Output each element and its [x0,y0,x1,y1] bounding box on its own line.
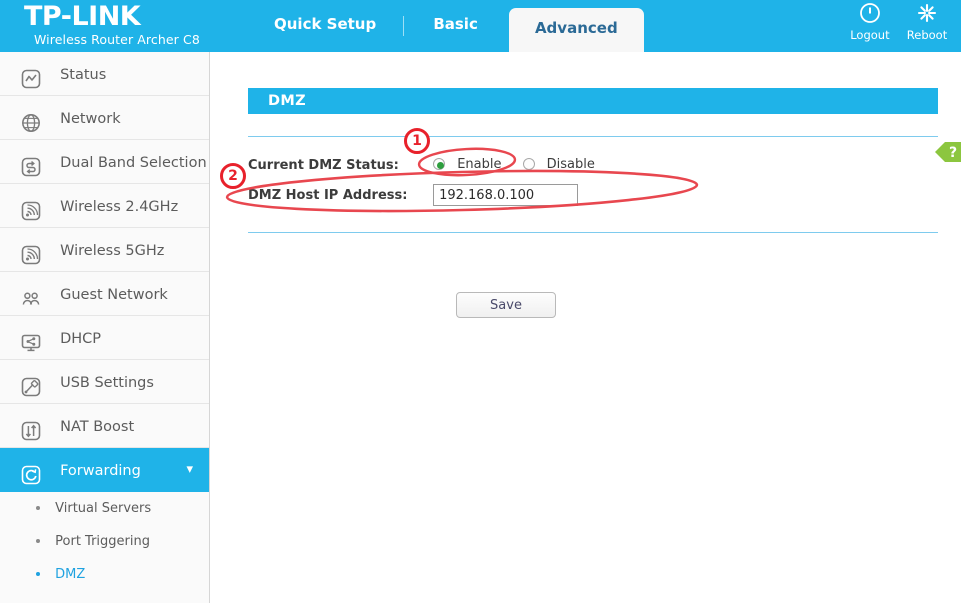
sidebar-item-forwarding[interactable]: Forwarding ▾ [0,448,209,492]
dmz-status-row: Current DMZ Status: Enable Disable [248,154,611,176]
dmz-host-ip-row: DMZ Host IP Address: [248,184,578,206]
sidebar-item-dual-band-selection[interactable]: Dual Band Selection [0,140,209,184]
dmz-host-ip-label: DMZ Host IP Address: [248,185,428,207]
svg-text:?: ? [949,145,957,161]
enable-radio-label: Enable [457,154,501,176]
sidebar-item-dhcp[interactable]: DHCP [0,316,209,360]
sidebar-subitem-virtual-servers[interactable]: Virtual Servers [0,492,209,525]
reboot-button[interactable]: Reboot [901,2,953,42]
dual-band-arrows-icon [20,151,46,173]
sidebar: Status Network [0,52,210,603]
dmz-status-label: Current DMZ Status: [248,155,428,177]
dmz-host-ip-input[interactable] [433,184,578,206]
router-admin-page: TP-LINK Wireless Router Archer C8 Quick … [0,0,961,603]
disable-radio[interactable] [523,158,535,170]
sidebar-item-label: Network [60,97,121,141]
header-actions: Logout [844,2,953,42]
divider-top [248,136,938,137]
reboot-label: Reboot [901,28,953,42]
sidebar-item-label: Status [60,53,106,97]
up-down-arrows-icon [20,415,46,437]
tab-advanced[interactable]: Advanced [509,8,644,52]
sidebar-item-label: USB Settings [60,361,154,405]
sidebar-item-label: DHCP [60,317,101,361]
page-header: TP-LINK Wireless Router Archer C8 Quick … [0,0,961,52]
sidebar-item-network[interactable]: Network [0,96,209,140]
tab-basic[interactable]: Basic [407,0,504,52]
monitor-share-icon [20,327,46,349]
sidebar-subitem-label: Port Triggering [55,534,150,549]
sidebar-item-label: NAT Boost [60,405,134,449]
globe-icon [20,107,46,129]
page-title: DMZ [248,88,938,114]
sidebar-subitem-dmz[interactable]: DMZ [0,558,209,591]
bullet-icon [36,572,40,576]
sidebar-item-label: Forwarding [60,449,141,493]
sidebar-subitem-label: Virtual Servers [55,501,151,516]
sidebar-item-label: Guest Network [60,273,168,317]
disable-radio-group[interactable]: Disable [523,154,611,176]
brand-model: Wireless Router Archer C8 [24,32,200,48]
sidebar-subitem-label: DMZ [55,567,85,582]
sidebar-item-guest-network[interactable]: Guest Network [0,272,209,316]
top-tabs: Quick Setup Basic Advanced [248,0,644,52]
power-icon [844,2,896,28]
brand-logo: TP-LINK [24,2,200,32]
main-content: DMZ Current DMZ Status: Enable Disable D… [211,52,961,603]
save-button[interactable]: Save [456,292,556,318]
enable-radio[interactable] [433,158,445,170]
chevron-down-icon[interactable]: ▾ [186,448,193,492]
wireless-signal-icon [20,195,46,217]
sidebar-item-status[interactable]: Status [0,52,209,96]
sidebar-item-usb-settings[interactable]: USB Settings [0,360,209,404]
people-icon [20,283,46,305]
sidebar-item-label: Wireless 2.4GHz [60,185,178,229]
sidebar-item-label: Wireless 5GHz [60,229,164,273]
usb-plug-icon [20,371,46,393]
status-chart-icon [20,63,46,85]
sidebar-item-nat-boost[interactable]: NAT Boost [0,404,209,448]
brand: TP-LINK Wireless Router Archer C8 [24,2,200,48]
help-tab[interactable]: ? [925,137,961,167]
logout-label: Logout [844,28,896,42]
sidebar-item-wireless-5ghz[interactable]: Wireless 5GHz [0,228,209,272]
sidebar-subitem-port-triggering[interactable]: Port Triggering [0,525,209,558]
logout-button[interactable]: Logout [844,2,896,42]
reboot-starburst-icon [901,2,953,28]
bullet-icon [36,506,40,510]
sidebar-item-wireless-24ghz[interactable]: Wireless 2.4GHz [0,184,209,228]
tab-quick-setup[interactable]: Quick Setup [248,0,402,52]
enable-radio-group[interactable]: Enable [433,154,517,176]
forwarding-refresh-icon [20,459,46,481]
wireless-signal-icon [20,239,46,261]
divider-bottom [248,232,938,233]
disable-radio-label: Disable [547,154,595,176]
sidebar-item-label: Dual Band Selection [60,141,207,185]
bullet-icon [36,539,40,543]
